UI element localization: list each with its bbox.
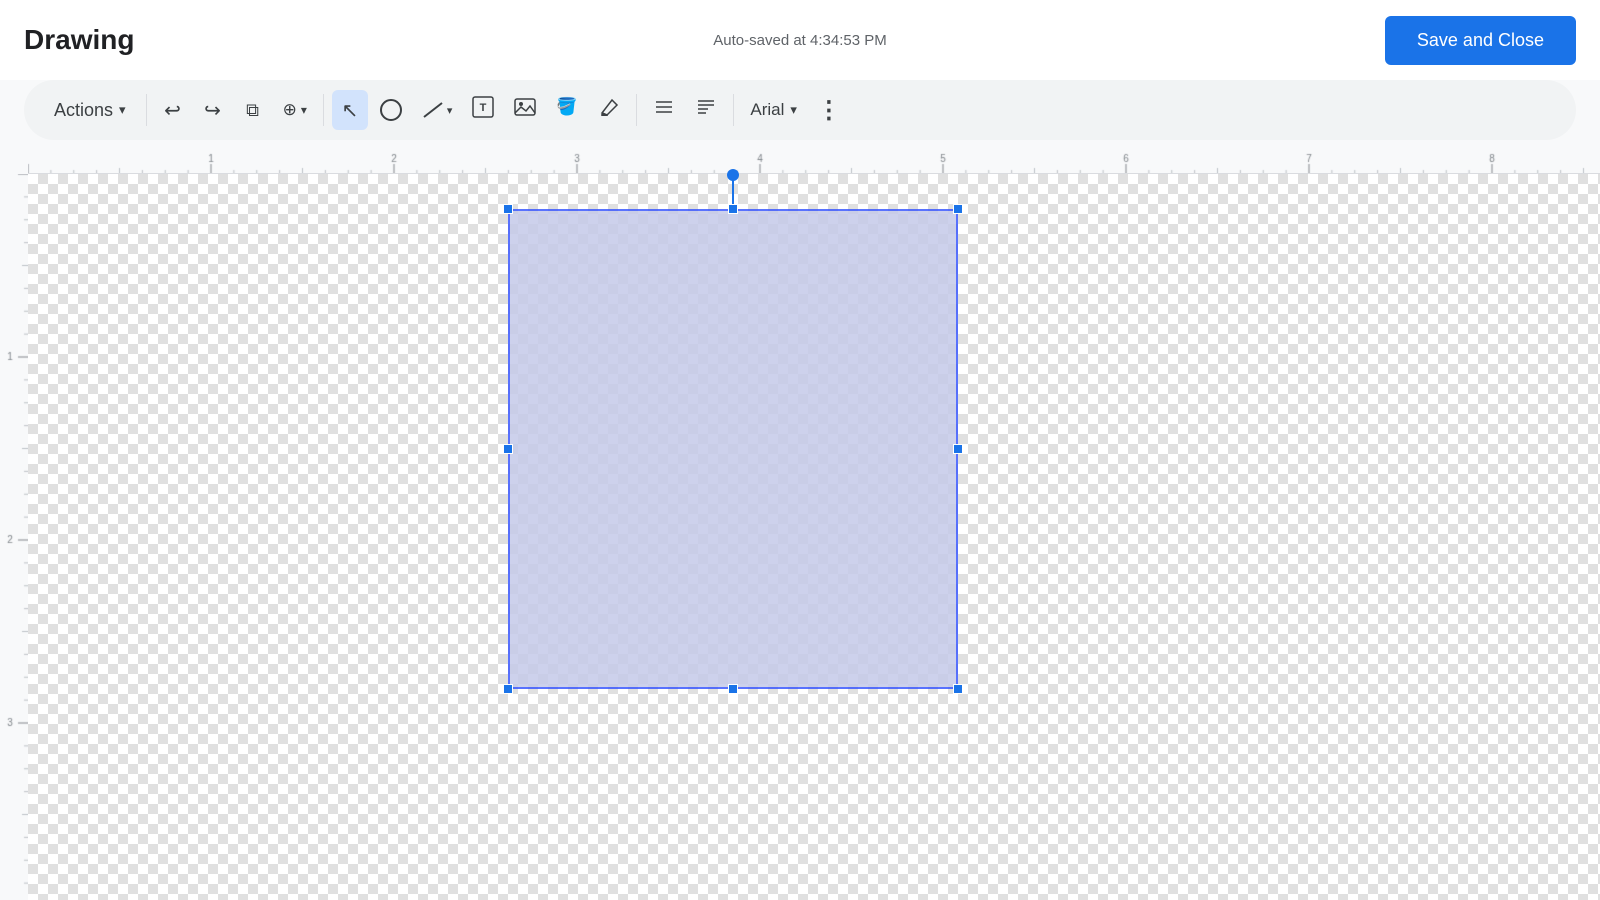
fill-icon: 🪣	[556, 96, 578, 124]
zoom-button[interactable]: ⊕ ▾	[275, 90, 315, 130]
font-label: Arial	[750, 100, 784, 120]
wordart-icon: T	[472, 96, 494, 124]
more-options-button[interactable]: ⋮	[809, 90, 850, 130]
handle-top-right[interactable]	[953, 204, 963, 214]
image-icon	[514, 96, 536, 124]
paragraph-icon	[653, 96, 675, 124]
handle-bottom-center[interactable]	[728, 684, 738, 694]
app-title: Drawing	[24, 24, 134, 56]
actions-button[interactable]: Actions ▾	[42, 90, 138, 130]
image-button[interactable]	[506, 90, 544, 130]
canvas-wrapper	[0, 152, 1600, 900]
redo-button[interactable]: ↪	[195, 90, 231, 130]
ruler-left	[0, 174, 28, 900]
handle-top-left[interactable]	[503, 204, 513, 214]
pen-button[interactable]	[590, 90, 628, 130]
undo-icon: ↩	[164, 98, 181, 123]
more-text-icon	[695, 96, 717, 124]
actions-dropdown-icon: ▾	[119, 102, 126, 118]
save-close-button[interactable]: Save and Close	[1385, 16, 1576, 65]
toolbar: Actions ▾ ↩ ↪ ⧉ ⊕ ▾ ↖ ▾ T 🪣	[24, 80, 1576, 140]
handle-bottom-left[interactable]	[503, 684, 513, 694]
handle-middle-right[interactable]	[953, 444, 963, 454]
rotation-handle[interactable]	[727, 169, 739, 181]
handle-middle-left[interactable]	[503, 444, 513, 454]
selected-shape[interactable]	[508, 209, 958, 689]
zoom-dropdown-icon: ▾	[301, 103, 307, 117]
drawing-canvas[interactable]	[28, 174, 1600, 900]
wordart-button[interactable]: T	[464, 90, 502, 130]
separator-4	[733, 94, 734, 126]
rectangle-shape[interactable]	[508, 209, 958, 689]
handle-bottom-right[interactable]	[953, 684, 963, 694]
select-button[interactable]: ↖	[332, 90, 368, 130]
zoom-icon: ⊕	[283, 100, 297, 120]
svg-text:🪣: 🪣	[557, 96, 578, 116]
more-options-icon: ⋮	[817, 96, 842, 125]
autosave-status: Auto-saved at 4:34:53 PM	[713, 32, 886, 49]
copy-format-button[interactable]: ⧉	[235, 90, 271, 130]
copy-format-icon: ⧉	[246, 100, 259, 121]
ruler-top	[28, 152, 1600, 174]
select-icon: ↖	[341, 98, 358, 123]
paragraph-button[interactable]	[645, 90, 683, 130]
separator-1	[146, 94, 147, 126]
undo-button[interactable]: ↩	[155, 90, 191, 130]
separator-2	[323, 94, 324, 126]
more-text-button[interactable]	[687, 90, 725, 130]
pen-icon	[598, 96, 620, 124]
shapes-icon	[380, 99, 402, 121]
line-button[interactable]: ▾	[414, 90, 461, 130]
line-icon: ▾	[422, 99, 453, 121]
font-selector[interactable]: Arial ▾	[742, 90, 805, 130]
separator-3	[636, 94, 637, 126]
shapes-button[interactable]	[372, 90, 410, 130]
actions-label: Actions	[54, 100, 113, 121]
fill-color-button[interactable]: 🪣	[548, 90, 586, 130]
svg-text:T: T	[480, 102, 487, 114]
header: Drawing Auto-saved at 4:34:53 PM Save an…	[0, 0, 1600, 80]
handle-top-center[interactable]	[728, 204, 738, 214]
font-dropdown-icon: ▾	[790, 102, 797, 118]
redo-icon: ↪	[204, 98, 221, 123]
